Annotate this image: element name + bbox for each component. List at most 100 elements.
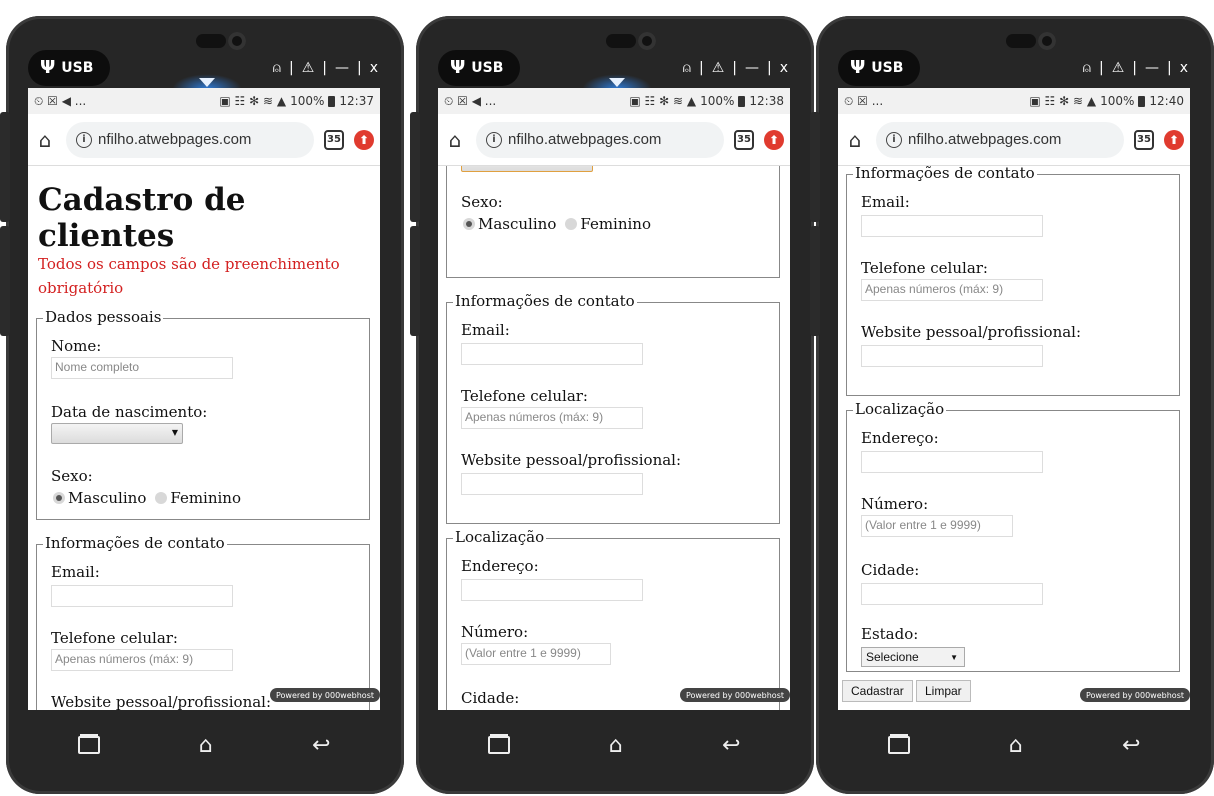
camera-lens xyxy=(1038,32,1056,50)
usb-icon: Ψ xyxy=(40,57,56,78)
telefone-input[interactable]: Apenas números (máx: 9) xyxy=(51,649,233,671)
telefone-label: Telefone celular: xyxy=(461,387,588,405)
minimize-icon[interactable]: — xyxy=(745,60,759,76)
radio-feminino[interactable] xyxy=(155,492,168,504)
home-icon[interactable]: ⌂ xyxy=(444,128,466,152)
url-bar[interactable]: i nfilho.atwebpages.com xyxy=(876,121,1124,158)
cidade-input[interactable] xyxy=(861,583,1043,605)
website-label: Website pessoal/profissional: xyxy=(461,451,682,469)
sexo-label: Sexo: xyxy=(51,467,93,485)
home-icon[interactable]: ⌂ xyxy=(34,128,56,152)
side-button xyxy=(810,112,820,222)
email-input[interactable] xyxy=(461,343,643,365)
bell-icon[interactable]: ⚠ xyxy=(712,60,725,76)
telefone-label: Telefone celular: xyxy=(51,629,178,647)
upload-icon[interactable]: ⬆ xyxy=(354,129,374,150)
fieldset-dados-pessoais: Data de nascimento: Sexo: Masculino Femi… xyxy=(446,166,780,278)
dropdown-arrow-icon[interactable] xyxy=(199,78,215,87)
minimize-icon[interactable]: — xyxy=(335,60,349,76)
website-input[interactable] xyxy=(461,473,643,495)
bell-icon[interactable]: ⚠ xyxy=(1112,60,1125,76)
android-navbar: ⌂ ↩ xyxy=(28,710,380,780)
feminino-label: Feminino xyxy=(170,489,241,507)
recent-apps-icon[interactable] xyxy=(487,736,510,754)
cadastrar-button[interactable]: Cadastrar xyxy=(842,680,913,702)
masculino-label: Masculino xyxy=(68,489,147,507)
email-input[interactable] xyxy=(51,585,233,607)
radio-masculino[interactable] xyxy=(463,218,475,230)
nome-input[interactable]: Nome completo xyxy=(51,357,233,379)
ghost-icon[interactable]: ⍝ xyxy=(683,60,691,76)
nascimento-select[interactable] xyxy=(461,166,593,172)
numero-input[interactable]: (Valor entre 1 e 9999) xyxy=(861,515,1013,537)
fieldset-contato: Informações de contato Email: Telefone c… xyxy=(846,166,1180,396)
notification-icons: ⏲ ☒ ◀ ... xyxy=(444,93,497,108)
close-icon[interactable]: x xyxy=(780,60,788,76)
info-icon[interactable]: i xyxy=(76,131,92,148)
telefone-input[interactable]: Apenas números (máx: 9) xyxy=(461,407,643,429)
home-nav-icon[interactable]: ⌂ xyxy=(1009,733,1023,758)
url-bar[interactable]: i nfilho.atwebpages.com xyxy=(66,121,314,158)
window-controls: ⍝ | ⚠ | — | x xyxy=(683,60,788,76)
tabs-count-icon[interactable]: 35 xyxy=(1134,129,1154,150)
sexo-radio-group: Masculino Feminino xyxy=(463,215,651,233)
close-icon[interactable]: x xyxy=(1180,60,1188,76)
minimize-icon[interactable]: — xyxy=(1145,60,1159,76)
separator: | xyxy=(1132,60,1137,76)
info-icon[interactable]: i xyxy=(886,131,902,148)
ghost-icon[interactable]: ⍝ xyxy=(273,60,281,76)
sexo-label: Sexo: xyxy=(461,193,503,211)
back-icon[interactable]: ↩ xyxy=(312,733,330,758)
upload-icon[interactable]: ⬆ xyxy=(1164,129,1184,150)
ghost-icon[interactable]: ⍝ xyxy=(1083,60,1091,76)
clock: 12:38 xyxy=(749,94,784,108)
separator: | xyxy=(1166,60,1172,76)
page-content: Data de nascimento: Sexo: Masculino Femi… xyxy=(438,166,790,710)
cidade-label: Cidade: xyxy=(861,561,920,579)
powered-by-badge[interactable]: Powered by 000webhost xyxy=(1080,688,1190,702)
recent-apps-icon[interactable] xyxy=(887,736,910,754)
tabs-count-icon[interactable]: 35 xyxy=(324,129,344,150)
battery-icon xyxy=(1138,95,1146,107)
endereco-input[interactable] xyxy=(461,579,643,601)
separator: | xyxy=(766,60,772,76)
radio-feminino[interactable] xyxy=(565,218,578,230)
phone-frame-2: Ψ USB ⍝ | ⚠ | — | x ⏲ ☒ ◀ ... ▣ ☷ ✻ ≋ ▲ 100% 12… xyxy=(410,16,814,794)
fieldset-contato: Informações de contato Email: Telefone c… xyxy=(36,534,370,710)
email-input[interactable] xyxy=(861,215,1043,237)
status-right: ▣ ☷ ✻ ≋ ▲ 100% 12:37 xyxy=(219,94,374,108)
home-nav-icon[interactable]: ⌂ xyxy=(199,733,213,758)
close-icon[interactable]: x xyxy=(370,60,378,76)
upload-icon[interactable]: ⬆ xyxy=(764,129,784,150)
telefone-input[interactable]: Apenas números (máx: 9) xyxy=(861,279,1043,301)
url-text: nfilho.atwebpages.com xyxy=(508,131,662,148)
nascimento-select[interactable] xyxy=(51,423,183,444)
required-note: Todos os campos são de preenchimento obr… xyxy=(38,255,340,297)
powered-by-badge[interactable]: Powered by 000webhost xyxy=(270,688,380,702)
home-icon[interactable]: ⌂ xyxy=(844,128,866,152)
info-icon[interactable]: i xyxy=(486,131,502,148)
back-icon[interactable]: ↩ xyxy=(1122,733,1140,758)
page-content: Cadastro de clientes Todos os campos são… xyxy=(28,166,380,710)
page-title: Cadastro de clientes xyxy=(38,182,246,254)
signal-icons: ▣ ☷ ✻ ≋ ▲ xyxy=(629,94,697,108)
numero-input[interactable]: (Valor entre 1 e 9999) xyxy=(461,643,611,665)
estado-select[interactable]: Selecione xyxy=(861,647,965,667)
bell-icon[interactable]: ⚠ xyxy=(302,60,315,76)
notification-icons: ⏲ ☒ ◀ ... xyxy=(34,93,87,108)
website-input[interactable] xyxy=(861,345,1043,367)
radio-masculino[interactable] xyxy=(53,492,65,504)
recent-apps-icon[interactable] xyxy=(77,736,100,754)
status-right: ▣ ☷ ✻ ≋ ▲ 100% 12:38 xyxy=(629,94,784,108)
back-icon[interactable]: ↩ xyxy=(722,733,740,758)
url-bar[interactable]: i nfilho.atwebpages.com xyxy=(476,121,724,158)
limpar-button[interactable]: Limpar xyxy=(916,680,971,702)
home-nav-icon[interactable]: ⌂ xyxy=(609,733,623,758)
usb-label: USB xyxy=(471,60,504,76)
separator: | xyxy=(1098,60,1104,76)
tabs-count-icon[interactable]: 35 xyxy=(734,129,754,150)
url-text: nfilho.atwebpages.com xyxy=(98,131,252,148)
dropdown-arrow-icon[interactable] xyxy=(609,78,625,87)
powered-by-badge[interactable]: Powered by 000webhost xyxy=(680,688,790,702)
endereco-input[interactable] xyxy=(861,451,1043,473)
